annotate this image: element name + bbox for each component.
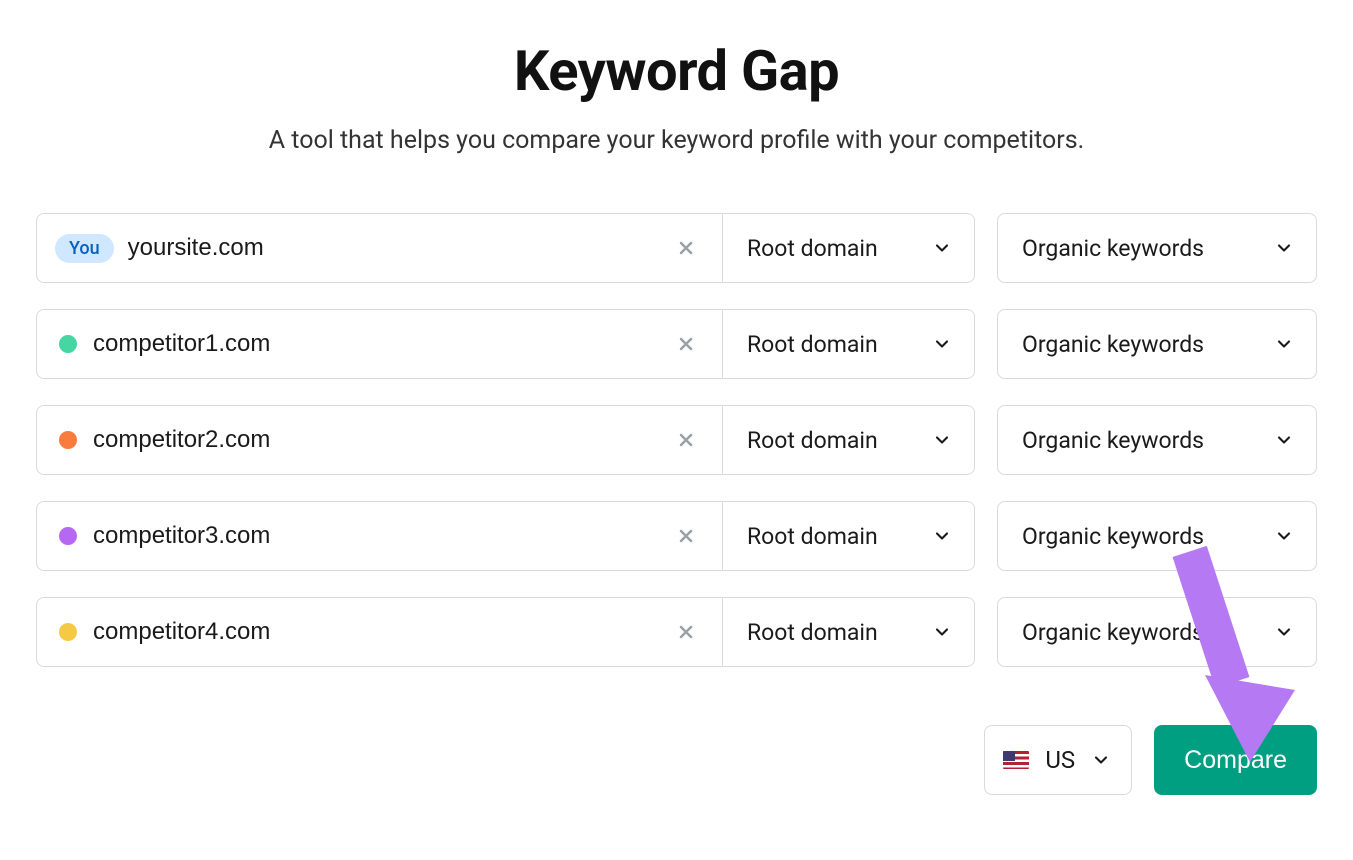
country-label: US	[1045, 746, 1075, 774]
scope-label: Root domain	[747, 235, 878, 262]
chevron-down-icon	[932, 430, 952, 450]
keyword-type-select[interactable]: Organic keywords	[997, 405, 1317, 475]
clear-button[interactable]	[668, 518, 704, 554]
keyword-type-select[interactable]: Organic keywords	[997, 501, 1317, 571]
chevron-down-icon	[1091, 750, 1111, 770]
domain-row: Root domain Organic keywords	[36, 405, 1317, 475]
competitor-domain-input[interactable]	[93, 522, 654, 550]
you-badge: You	[55, 234, 114, 263]
clear-button[interactable]	[668, 326, 704, 362]
chevron-down-icon	[932, 526, 952, 546]
close-icon	[676, 622, 696, 642]
domain-row: Root domain Organic keywords	[36, 309, 1317, 379]
domain-input-cell	[37, 502, 722, 570]
page-subtitle: A tool that helps you compare your keywo…	[36, 126, 1317, 155]
clear-button[interactable]	[668, 230, 704, 266]
compare-button[interactable]: Compare	[1154, 725, 1317, 795]
domain-group: Root domain	[36, 597, 975, 667]
scope-select[interactable]: Root domain	[722, 406, 974, 474]
competitor-dot	[59, 623, 77, 641]
page-title: Keyword Gap	[36, 38, 1317, 104]
competitor-dot	[59, 527, 77, 545]
chevron-down-icon	[932, 622, 952, 642]
domain-input-cell	[37, 310, 722, 378]
chevron-down-icon	[1274, 334, 1294, 354]
competitor-domain-input[interactable]	[93, 618, 654, 646]
close-icon	[676, 238, 696, 258]
competitor-domain-input[interactable]	[93, 426, 654, 454]
domain-row: Root domain Organic keywords	[36, 597, 1317, 667]
scope-select[interactable]: Root domain	[722, 598, 974, 666]
domain-row: You Root domain Organic keywords	[36, 213, 1317, 283]
scope-label: Root domain	[747, 427, 878, 454]
close-icon	[676, 334, 696, 354]
keyword-type-label: Organic keywords	[1022, 235, 1204, 262]
chevron-down-icon	[1274, 238, 1294, 258]
chevron-down-icon	[932, 334, 952, 354]
country-select[interactable]: US	[984, 725, 1132, 795]
scope-label: Root domain	[747, 523, 878, 550]
keyword-type-select[interactable]: Organic keywords	[997, 213, 1317, 283]
close-icon	[676, 526, 696, 546]
domain-input-cell	[37, 406, 722, 474]
chevron-down-icon	[1274, 430, 1294, 450]
domain-group: Root domain	[36, 501, 975, 571]
keyword-type-select[interactable]: Organic keywords	[997, 597, 1317, 667]
clear-button[interactable]	[668, 422, 704, 458]
keyword-type-label: Organic keywords	[1022, 619, 1204, 646]
keyword-type-select[interactable]: Organic keywords	[997, 309, 1317, 379]
competitor-dot	[59, 431, 77, 449]
domain-row: Root domain Organic keywords	[36, 501, 1317, 571]
scope-label: Root domain	[747, 331, 878, 358]
keyword-type-label: Organic keywords	[1022, 331, 1204, 358]
competitor-dot	[59, 335, 77, 353]
domain-input-cell: You	[37, 214, 722, 282]
domain-input-cell	[37, 598, 722, 666]
scope-select[interactable]: Root domain	[722, 310, 974, 378]
clear-button[interactable]	[668, 614, 704, 650]
scope-select[interactable]: Root domain	[722, 214, 974, 282]
your-domain-input[interactable]	[128, 234, 654, 262]
keyword-type-label: Organic keywords	[1022, 523, 1204, 550]
us-flag-icon	[1003, 751, 1029, 769]
competitor-domain-input[interactable]	[93, 330, 654, 358]
chevron-down-icon	[1274, 622, 1294, 642]
domain-group: You Root domain	[36, 213, 975, 283]
domain-group: Root domain	[36, 309, 975, 379]
chevron-down-icon	[932, 238, 952, 258]
keyword-type-label: Organic keywords	[1022, 427, 1204, 454]
close-icon	[676, 430, 696, 450]
scope-select[interactable]: Root domain	[722, 502, 974, 570]
scope-label: Root domain	[747, 619, 878, 646]
chevron-down-icon	[1274, 526, 1294, 546]
domain-group: Root domain	[36, 405, 975, 475]
